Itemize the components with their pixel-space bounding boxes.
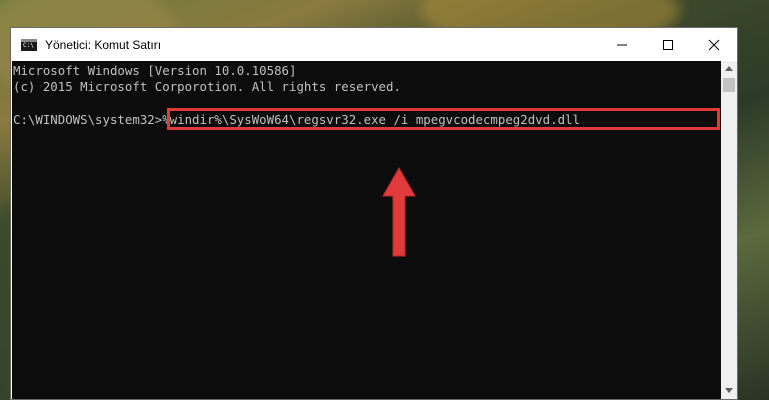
minimize-button[interactable]	[599, 28, 645, 61]
scroll-down-button[interactable]	[721, 383, 737, 399]
command-highlight-box	[167, 108, 720, 130]
command-prompt-window: C:\ Yönetici: Komut Satırı Microsoft Win…	[10, 27, 738, 400]
title-bar[interactable]: C:\ Yönetici: Komut Satırı	[11, 28, 737, 61]
maximize-button[interactable]	[645, 28, 691, 61]
minimize-icon	[617, 44, 627, 45]
arrow-up-icon	[382, 166, 416, 257]
maximize-icon	[663, 39, 673, 50]
window-title: Yönetici: Komut Satırı	[45, 37, 162, 52]
cmd-icon: C:\	[21, 38, 37, 51]
chevron-down-icon	[725, 388, 733, 393]
console-output[interactable]: Microsoft Windows [Version 10.0.10586] (…	[12, 61, 721, 399]
chevron-up-icon	[725, 66, 733, 71]
close-button[interactable]	[691, 28, 737, 61]
vertical-scrollbar[interactable]	[721, 61, 737, 399]
close-icon	[708, 39, 720, 50]
scrollbar-thumb[interactable]	[723, 78, 735, 92]
window-controls	[599, 28, 737, 61]
console-line: Microsoft Windows [Version 10.0.10586]	[13, 63, 297, 78]
scroll-up-button[interactable]	[721, 61, 737, 77]
console-line: (c) 2015 Microsoft Corporotion. All righ…	[13, 79, 401, 94]
